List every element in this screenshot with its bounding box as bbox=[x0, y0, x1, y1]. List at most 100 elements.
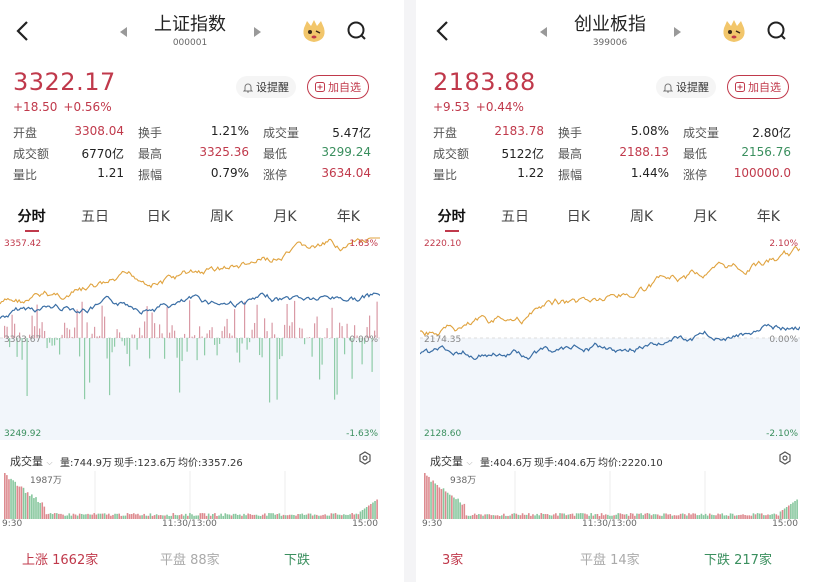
breadth-bar bbox=[144, 321, 146, 338]
advancers-count[interactable]: 上涨 1662家 bbox=[22, 549, 98, 568]
mascot-icon[interactable] bbox=[720, 18, 748, 44]
chevron-left-icon[interactable] bbox=[12, 18, 34, 44]
volume-indicator-select[interactable]: 成交量 ⌵ bbox=[10, 453, 53, 469]
tab-period[interactable]: 周K bbox=[610, 198, 673, 234]
set-alert-label: 设提醒 bbox=[256, 81, 289, 94]
volume-bar bbox=[363, 508, 366, 519]
breadth-bar bbox=[81, 301, 83, 338]
volume-bar bbox=[118, 513, 120, 519]
tab-period[interactable]: 日K bbox=[547, 198, 610, 234]
stat-value: 1.44% bbox=[630, 166, 669, 180]
triangle-left-icon[interactable] bbox=[120, 27, 127, 37]
volume-bar bbox=[688, 513, 690, 519]
volume-bar bbox=[249, 514, 252, 519]
volume-indicator-select[interactable]: 成交量 ⌵ bbox=[430, 453, 473, 469]
stat-value: 2188.13 bbox=[619, 145, 669, 159]
tab-period[interactable]: 分时 bbox=[420, 198, 483, 234]
search-icon[interactable] bbox=[766, 20, 788, 42]
breadth-bar bbox=[176, 338, 178, 358]
bell-icon bbox=[663, 83, 673, 93]
volume-bar bbox=[563, 513, 565, 519]
stat-item: 量比 1.22 bbox=[433, 166, 558, 183]
search-icon[interactable] bbox=[346, 20, 368, 42]
volume-bar bbox=[309, 513, 312, 519]
volume-bar bbox=[708, 513, 711, 519]
stat-value: 3308.04 bbox=[74, 124, 124, 138]
volume-bar bbox=[130, 514, 133, 519]
volume-bar bbox=[264, 513, 266, 519]
volume-bar bbox=[274, 514, 276, 519]
decliners-count[interactable]: 下跌 217家 bbox=[704, 549, 772, 568]
volume-bar bbox=[112, 514, 114, 519]
triangle-right-icon[interactable] bbox=[254, 27, 261, 37]
intraday-chart[interactable]: 3357.42 3303.67 3249.92 1.63% 0.00% -1.63% bbox=[0, 234, 381, 444]
stat-item: 成交量 2.80亿 bbox=[683, 124, 791, 141]
volume-bar bbox=[459, 502, 461, 519]
tab-period[interactable]: 分时 bbox=[0, 198, 63, 234]
volume-bar bbox=[492, 515, 495, 519]
volume-peak-label: 1987万 bbox=[30, 476, 62, 486]
volume-toolbar: 成交量 ⌵ 量:744.9万 现手:123.6万 均价:3357.26 bbox=[0, 447, 380, 471]
tab-period[interactable]: 月K bbox=[673, 198, 736, 234]
mascot-icon[interactable] bbox=[300, 18, 328, 44]
time-tick-open: 9:30 bbox=[2, 519, 23, 529]
unchanged-count[interactable]: 平盘 14家 bbox=[580, 549, 640, 568]
volume-bar bbox=[230, 515, 233, 519]
tab-period[interactable]: 年K bbox=[317, 198, 380, 234]
volume-bar bbox=[47, 513, 50, 519]
breadth-bar bbox=[294, 300, 296, 338]
stat-label: 涨停 bbox=[263, 168, 288, 182]
triangle-left-icon[interactable] bbox=[540, 27, 547, 37]
set-alert-button[interactable]: 设提醒 bbox=[656, 76, 716, 98]
tab-period[interactable]: 日K bbox=[127, 198, 190, 234]
breadth-bar bbox=[259, 338, 261, 356]
volume-bar bbox=[114, 513, 116, 519]
volume-bar bbox=[467, 515, 470, 519]
stat-label: 成交额 bbox=[433, 147, 470, 161]
volume-bar bbox=[347, 514, 349, 519]
settings-icon[interactable] bbox=[778, 451, 792, 465]
volume-bar bbox=[143, 513, 145, 519]
breadth-bar bbox=[214, 338, 216, 345]
volume-last: 现手:123.6万 bbox=[114, 458, 176, 469]
volume-bar bbox=[22, 487, 25, 519]
volume-bar bbox=[644, 513, 647, 519]
stats-row: 成交额 6770亿 最高 3325.36 最低 3299.24 bbox=[13, 143, 371, 164]
triangle-right-icon[interactable] bbox=[674, 27, 681, 37]
volume-bar bbox=[476, 514, 478, 519]
add-watchlist-button[interactable]: 加自选 bbox=[727, 75, 789, 99]
breadth-bar bbox=[271, 322, 273, 338]
intraday-chart[interactable]: 2220.10 2174.35 2128.60 2.10% 0.00% -2.10% bbox=[419, 234, 801, 444]
volume-bar bbox=[434, 483, 436, 519]
stat-value: 3634.04 bbox=[321, 166, 371, 180]
breadth-bar bbox=[234, 309, 236, 338]
advancers-count[interactable]: 3家 bbox=[442, 549, 463, 568]
volume-bar bbox=[305, 514, 308, 519]
volume-bar bbox=[72, 513, 75, 519]
breadth-bar bbox=[94, 326, 96, 338]
volume-total: 量:404.6万 bbox=[480, 458, 532, 469]
tab-period[interactable]: 五日 bbox=[483, 198, 546, 234]
settings-icon[interactable] bbox=[358, 451, 372, 465]
stat-label: 量比 bbox=[433, 168, 458, 182]
tab-period[interactable]: 月K bbox=[253, 198, 316, 234]
current-price: 2183.88 bbox=[433, 68, 536, 96]
set-alert-button[interactable]: 设提醒 bbox=[236, 76, 296, 98]
volume-bar bbox=[426, 475, 428, 519]
tab-period[interactable]: 周K bbox=[190, 198, 253, 234]
unchanged-count[interactable]: 平盘 88家 bbox=[160, 549, 220, 568]
stat-item: 开盘 3308.04 bbox=[13, 124, 138, 141]
volume-bar bbox=[652, 514, 655, 519]
volume-bar bbox=[455, 499, 457, 519]
volume-bar bbox=[461, 504, 464, 519]
volume-bar bbox=[444, 491, 447, 519]
breadth-bar bbox=[194, 335, 196, 338]
decliners-count[interactable]: 下跌 bbox=[284, 549, 310, 568]
tab-period[interactable]: 年K bbox=[737, 198, 800, 234]
tab-period[interactable]: 五日 bbox=[63, 198, 126, 234]
chevron-left-icon[interactable] bbox=[432, 18, 454, 44]
volume-bar bbox=[794, 501, 796, 519]
volume-bar bbox=[438, 487, 441, 519]
add-watchlist-button[interactable]: 加自选 bbox=[307, 75, 369, 99]
page-title: 创业板指 bbox=[574, 14, 646, 35]
